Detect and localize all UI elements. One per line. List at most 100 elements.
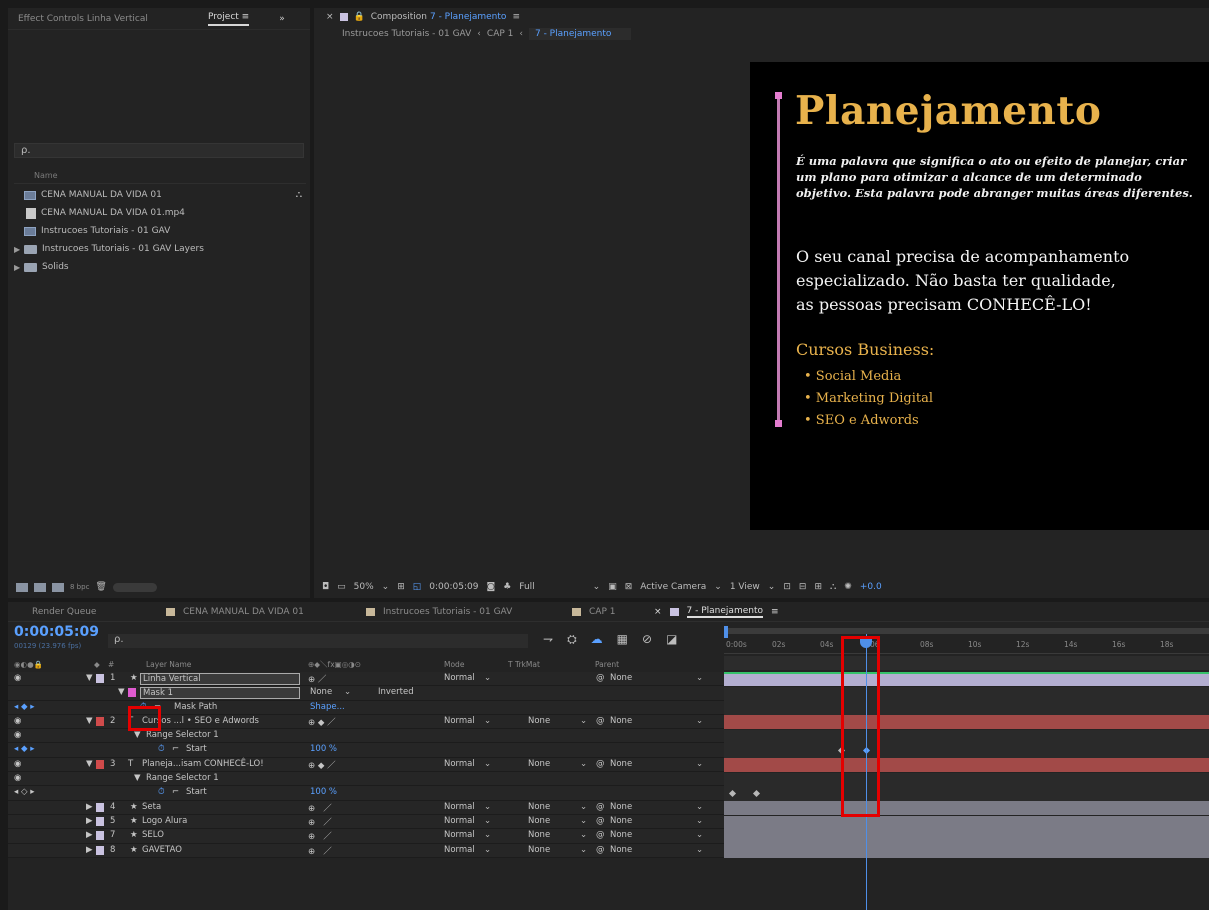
expand-triangle-icon[interactable]: ▶ — [14, 263, 24, 272]
table-row[interactable]: ◂ ◆ ▸ ⏱ ⌐ Start 100 % — [8, 743, 724, 758]
expand-triangle-icon[interactable]: ▶ — [14, 245, 24, 254]
close-icon[interactable]: × — [654, 607, 662, 617]
mask-inverted-checkbox[interactable]: Inverted — [378, 687, 414, 697]
trkmat-dropdown[interactable]: None — [528, 759, 550, 769]
timeline-search-input[interactable]: ρ. — [108, 634, 528, 648]
label-color-swatch[interactable] — [96, 716, 104, 726]
tab-effect-controls[interactable]: Effect Controls Linha Vertical — [18, 14, 208, 24]
tab-cap1[interactable]: CAP 1 — [544, 607, 654, 617]
chevron-down-icon[interactable]: ⌄ — [484, 830, 491, 840]
list-item[interactable]: ▶ Solids — [14, 258, 306, 276]
expand-triangle-icon[interactable]: ▶ — [86, 845, 93, 855]
layer-name[interactable]: Seta — [142, 802, 161, 812]
mask-name[interactable]: Mask 1 — [140, 687, 300, 700]
stopwatch-icon[interactable]: ⏱ — [158, 744, 165, 754]
flowchart-icon[interactable]: ⛬ — [296, 190, 302, 200]
column-header-parent[interactable]: Parent — [595, 660, 619, 669]
parent-dropdown[interactable]: None — [610, 816, 632, 826]
table-row[interactable]: ◉ ▼ Range Selector 1 — [8, 772, 724, 787]
label-color-swatch[interactable] — [96, 674, 104, 683]
chevron-down-icon[interactable]: ⌄ — [484, 759, 491, 769]
frame-blending-icon[interactable]: ▦ — [617, 632, 628, 647]
mode-dropdown[interactable]: Normal — [444, 802, 475, 812]
region-icon[interactable]: ◱ — [413, 582, 422, 592]
mode-dropdown[interactable]: Normal — [444, 673, 475, 683]
pickwhip-icon[interactable]: @ — [596, 816, 605, 826]
table-row[interactable]: ◉ ▼ Range Selector 1 — [8, 729, 724, 744]
snapshot-icon[interactable]: ◘ — [322, 582, 329, 592]
pickwhip-icon[interactable]: @ — [596, 673, 605, 683]
parent-dropdown[interactable]: None — [610, 673, 632, 683]
mode-dropdown[interactable]: Normal — [444, 816, 475, 826]
trkmat-dropdown[interactable]: None — [528, 716, 550, 726]
list-item[interactable]: CENA MANUAL DA VIDA 01.mp4 — [14, 204, 306, 222]
label-color-swatch[interactable] — [96, 802, 104, 812]
footer-scrollbar[interactable] — [112, 582, 157, 592]
chevron-down-icon[interactable]: ⌄ — [580, 845, 587, 855]
parent-dropdown[interactable]: None — [610, 802, 632, 812]
panel-menu-icon[interactable]: ≡ — [771, 607, 779, 617]
chevron-down-icon[interactable]: ⌄ — [580, 759, 587, 769]
layer-switch-icons[interactable]: ⊕ ／ — [308, 816, 332, 828]
video-eye-icon[interactable]: ◉ — [14, 773, 21, 783]
table-row[interactable]: ◂ ◆ ▸ ⏱ ⌐ Mask Path Shape... — [8, 700, 724, 715]
table-row[interactable]: ◉ ▼ 2 T Cursos ...l • SEO e Adwords ⊕ ◆ … — [8, 714, 724, 730]
layer-name[interactable]: Logo Alura — [142, 816, 187, 826]
layer-name[interactable]: GAVETAO — [142, 845, 182, 855]
trkmat-dropdown[interactable]: None — [528, 830, 550, 840]
table-row[interactable]: ◂ ◇ ▸ ⏱ ⌐ Start 100 % — [8, 786, 724, 801]
current-time-display[interactable]: 0:00:05:09 — [14, 624, 99, 640]
region-of-interest-icon[interactable]: ⊠ — [625, 582, 633, 592]
column-header-trkmat[interactable]: T TrkMat — [508, 660, 540, 669]
layer-switch-icons[interactable]: ⊕ ／ — [308, 802, 332, 814]
time-ruler[interactable]: 0:00s 02s 04s 06 08s 10s 12s 14s 16s 18s — [724, 636, 1209, 654]
chevron-down-icon[interactable]: ⌄ — [484, 673, 491, 683]
graph-editor-icon[interactable]: ◪ — [666, 632, 677, 647]
table-row[interactable]: ▼ Mask 1 None ⌄ Inverted — [8, 686, 724, 701]
pickwhip-icon[interactable]: @ — [596, 759, 605, 769]
chevron-down-icon[interactable]: ⌄ — [580, 716, 587, 726]
video-eye-icon[interactable]: ◉ — [14, 759, 21, 769]
video-eye-icon[interactable]: ◉ — [14, 673, 21, 683]
chevron-down-icon[interactable]: ⌄ — [484, 802, 491, 812]
expand-triangle-icon[interactable]: ▼ — [118, 687, 125, 697]
layer-switch-icons[interactable]: ⊕ ／ — [308, 673, 326, 685]
timeline-track-area[interactable]: 0:00s 02s 04s 06 08s 10s 12s 14s 16s 18s — [724, 624, 1209, 910]
breadcrumb-item[interactable]: CAP 1 — [487, 29, 513, 39]
chevron-down-icon[interactable]: ⌄ — [768, 582, 776, 592]
lock-icon[interactable]: 🔒 — [354, 12, 365, 22]
layer-bar-logo-alura[interactable] — [724, 816, 1209, 830]
comp-mini-flowchart-icon[interactable]: ⇁ — [543, 632, 553, 647]
table-row[interactable]: ▶ 7 ★ SELO ⊕ ／ Normal ⌄ None ⌄ @ None ⌄ — [8, 829, 724, 844]
exposure-value[interactable]: +0.0 — [860, 582, 882, 592]
layer-switch-icons[interactable]: ⊕ ◆ ／ — [308, 759, 336, 771]
view-layout-dropdown[interactable]: 1 View — [730, 582, 760, 592]
chevron-down-icon[interactable]: ⌄ — [344, 687, 351, 697]
flowchart-icon[interactable]: ⛬ — [830, 582, 836, 592]
table-row[interactable]: ▶ 4 ★ Seta ⊕ ／ Normal ⌄ None ⌄ @ None ⌄ — [8, 800, 724, 815]
chevron-down-icon[interactable]: ⌄ — [696, 845, 703, 855]
mode-dropdown[interactable]: Normal — [444, 759, 475, 769]
chevron-down-icon[interactable]: ⌄ — [696, 816, 703, 826]
breadcrumb-item[interactable]: Instrucoes Tutoriais - 01 GAV — [342, 29, 471, 39]
color-channel-icon[interactable]: ♣ — [503, 582, 511, 592]
chevron-down-icon[interactable]: ⌄ — [696, 830, 703, 840]
chevron-down-icon[interactable]: ⌄ — [580, 802, 587, 812]
video-eye-icon[interactable]: ◉ — [14, 716, 21, 726]
new-folder-icon[interactable] — [34, 582, 46, 592]
mask-mode-dropdown[interactable]: None — [310, 687, 332, 697]
breadcrumb-item-current[interactable]: 7 - Planejamento — [528, 28, 632, 40]
project-search-input[interactable]: ρ. — [14, 143, 304, 158]
viewer-timecode[interactable]: 0:00:05:09 — [429, 582, 478, 592]
chevron-down-icon[interactable]: ⌄ — [714, 582, 722, 592]
mode-dropdown[interactable]: Normal — [444, 830, 475, 840]
pickwhip-icon[interactable]: @ — [596, 716, 605, 726]
pickwhip-icon[interactable]: @ — [596, 845, 605, 855]
expand-triangle-icon[interactable]: ▼ — [86, 673, 93, 683]
camera-icon[interactable]: ◙ — [486, 582, 495, 592]
chevron-down-icon[interactable]: ⌄ — [696, 716, 703, 726]
parent-dropdown[interactable]: None — [610, 845, 632, 855]
interpret-footage-icon[interactable] — [16, 582, 28, 592]
chevron-down-icon[interactable]: ⌄ — [484, 816, 491, 826]
column-header-layer-name[interactable]: Layer Name — [146, 660, 191, 669]
